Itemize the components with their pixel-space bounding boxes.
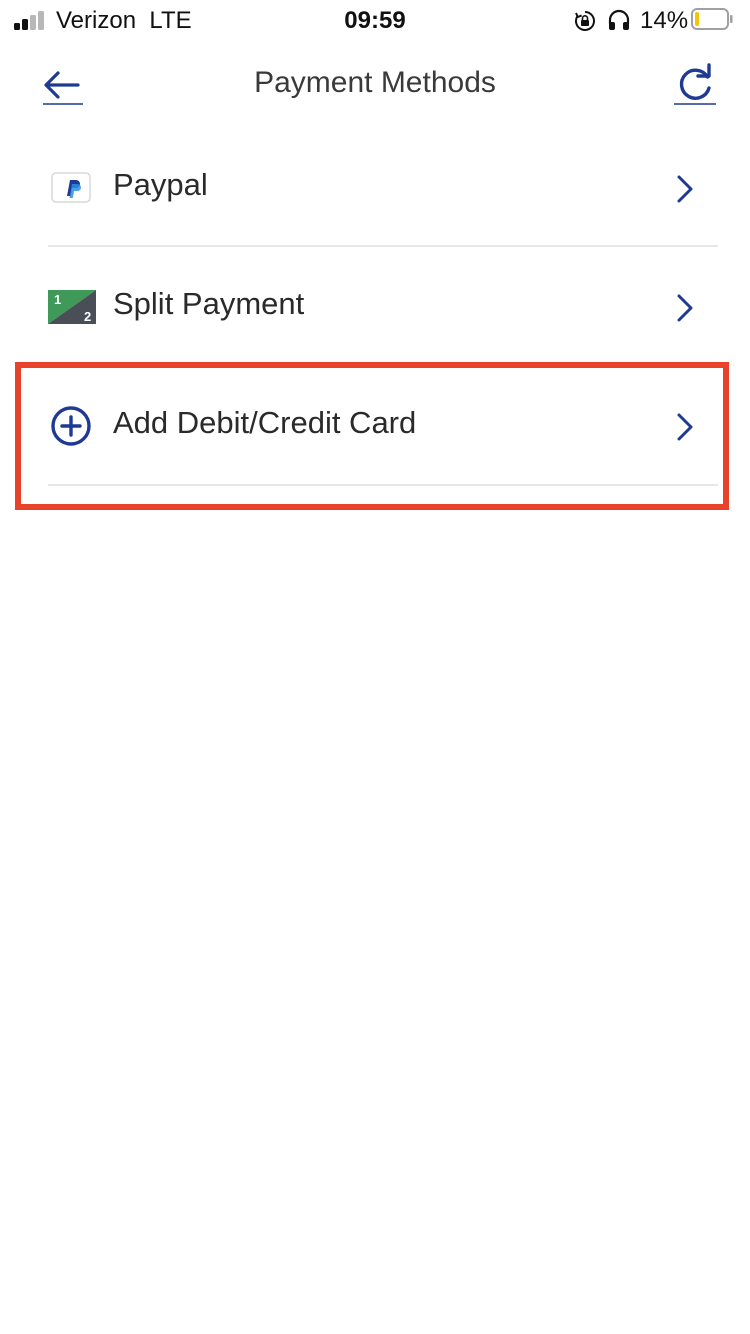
paypal-icon [51,172,91,203]
nav-bar: Payment Methods [0,40,750,128]
plus-circle-icon [51,406,91,446]
refresh-icon[interactable] [672,62,718,108]
payment-method-label: Paypal [113,167,208,202]
svg-text:1: 1 [54,292,61,307]
payment-method-add-card[interactable]: Add Debit/Credit Card [0,366,750,486]
chevron-right-icon [677,175,693,203]
chevron-right-icon [677,413,693,441]
headphones-icon [608,9,630,30]
row-divider [48,484,718,486]
payment-method-label: Add Debit/Credit Card [113,405,417,440]
battery-icon [691,8,733,30]
status-bar: Verizon LTE 09:59 14% [0,0,750,40]
payment-method-label: Split Payment [113,286,305,321]
rotation-lock-icon [575,11,595,31]
payment-method-list: Paypal 1 2 Split Payment Add Debit/Credi… [0,128,750,486]
svg-text:2: 2 [84,309,91,324]
payment-method-paypal[interactable]: Paypal [0,128,750,247]
split-payment-icon: 1 2 [48,290,96,324]
status-time: 09:59 [344,7,406,34]
chevron-right-icon [677,294,693,322]
payment-method-split[interactable]: 1 2 Split Payment [0,247,750,366]
page-title: Payment Methods [254,66,496,99]
battery-percent: 14% [640,7,689,34]
